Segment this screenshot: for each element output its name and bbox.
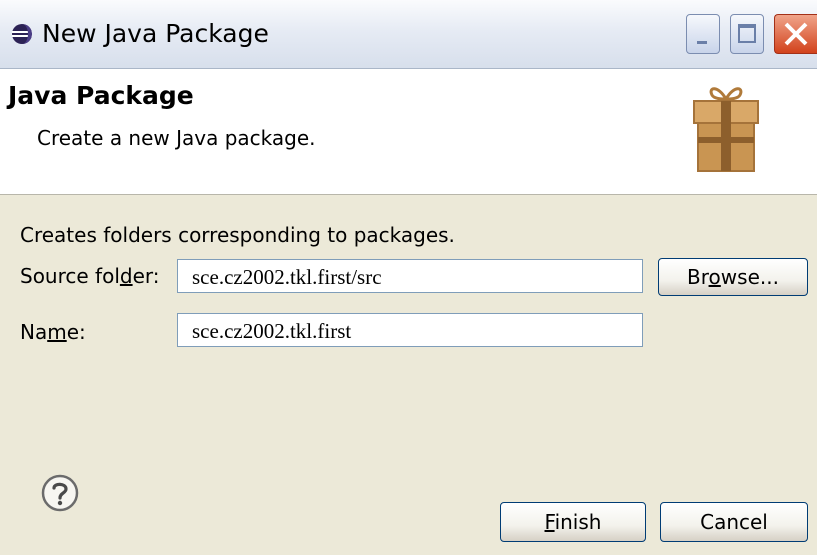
browse-label-mnemonic: o — [708, 265, 721, 289]
minimize-button[interactable] — [686, 14, 720, 54]
dialog-footer: Finish Cancel — [0, 440, 817, 555]
package-icon — [693, 87, 759, 172]
close-icon — [784, 22, 808, 46]
name-input[interactable] — [177, 313, 643, 347]
name-label-mnemonic: m — [47, 320, 67, 344]
eclipse-icon — [12, 24, 32, 44]
source-folder-label-mnemonic: d — [119, 264, 133, 288]
banner-title: Java Package — [8, 81, 194, 110]
finish-label-mnemonic: F — [544, 510, 555, 534]
section-description: Creates folders corresponding to package… — [20, 223, 455, 247]
finish-button[interactable]: Finish — [500, 502, 646, 542]
cancel-button[interactable]: Cancel — [660, 502, 808, 542]
close-button[interactable] — [774, 14, 817, 54]
browse-button[interactable]: Browse... — [658, 258, 808, 296]
minimize-icon — [697, 41, 707, 44]
banner-description: Create a new Java package. — [37, 126, 316, 150]
title-bar[interactable]: New Java Package — [0, 0, 817, 69]
header-banner: Java Package Create a new Java package. — [0, 69, 817, 195]
name-label-pre: Na — [20, 320, 48, 344]
maximize-icon — [738, 24, 756, 43]
form-area: Creates folders corresponding to package… — [0, 195, 817, 440]
name-label-post: e: — [66, 320, 86, 344]
question-mark-icon[interactable] — [40, 473, 80, 513]
browse-label-pre: Br — [687, 265, 709, 289]
maximize-button[interactable] — [730, 14, 764, 54]
name-label: Name: — [20, 320, 86, 344]
source-folder-label: Source folder: — [20, 264, 160, 288]
source-folder-input[interactable] — [177, 259, 643, 293]
new-java-package-dialog: New Java Package Java Package Create a n… — [0, 0, 817, 555]
finish-label-post: inish — [554, 510, 602, 534]
window-title: New Java Package — [42, 19, 269, 48]
browse-label-post: wse... — [720, 265, 779, 289]
source-folder-label-post: er: — [132, 264, 160, 288]
source-folder-label-pre: Source fol — [20, 264, 120, 288]
